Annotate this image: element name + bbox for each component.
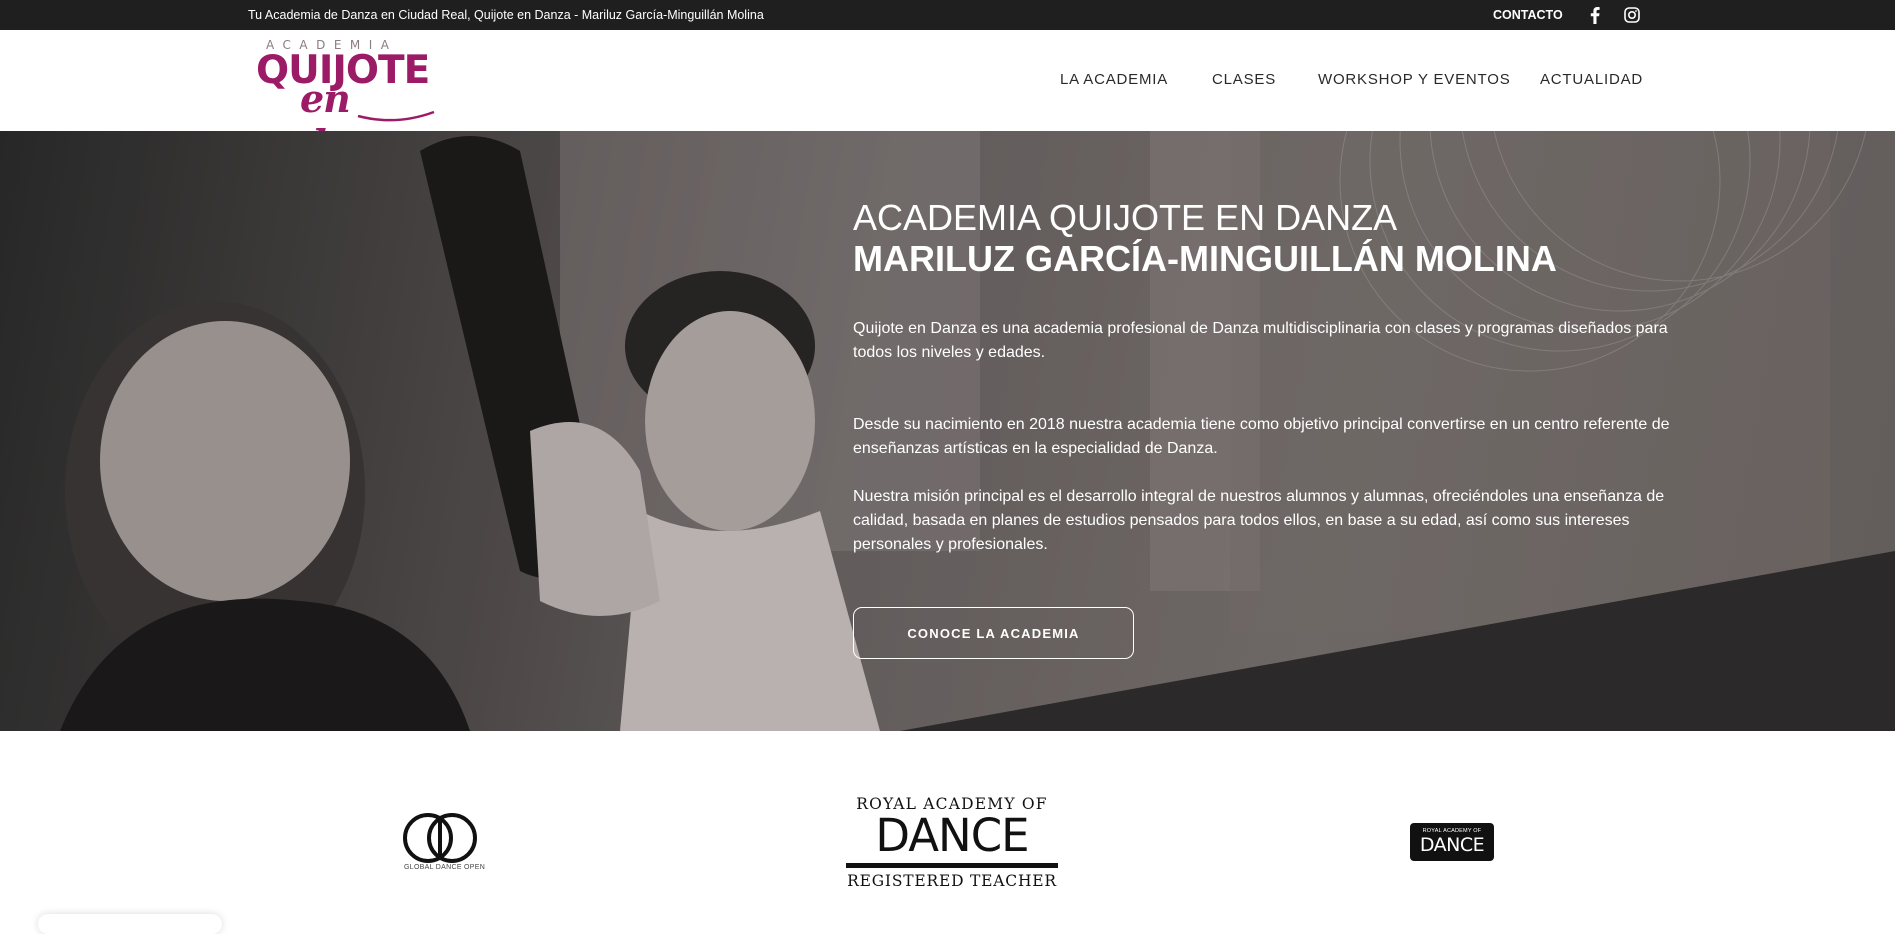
facebook-icon[interactable] bbox=[1585, 5, 1605, 25]
site-tagline: Tu Academia de Danza en Ciudad Real, Qui… bbox=[248, 8, 764, 22]
hero-subtitle: MARILUZ GARCÍA-MINGUILLÁN MOLINA bbox=[853, 238, 1557, 279]
rad-small-logo[interactable]: ROYAL ACADEMY OF DANCE bbox=[1410, 823, 1494, 861]
nav-workshop-y-eventos[interactable]: WORKSHOP Y EVENTOS bbox=[1318, 71, 1511, 88]
hero-text-block: ACADEMIA QUIJOTE EN DANZA MARILUZ GARCÍA… bbox=[853, 197, 1703, 557]
nav-clases[interactable]: CLASES bbox=[1212, 71, 1276, 88]
gdo-caption: GLOBAL DANCE OPEN bbox=[404, 864, 486, 871]
cookie-widget[interactable] bbox=[38, 914, 222, 934]
nav-la-academia[interactable]: LA ACADEMIA bbox=[1060, 71, 1168, 88]
top-bar: Tu Academia de Danza en Ciudad Real, Qui… bbox=[0, 0, 1895, 30]
hero-paragraph-1: Quijote en Danza es una academia profesi… bbox=[853, 320, 1668, 361]
rad-small-line-2: DANCE bbox=[1419, 834, 1485, 856]
instagram-icon[interactable] bbox=[1622, 5, 1642, 25]
hero-title: ACADEMIA QUIJOTE EN DANZA bbox=[853, 197, 1398, 238]
site-logo[interactable]: ACADEMIA QUIJOTE en danza bbox=[256, 36, 451, 166]
rad-line-3: REGISTERED TEACHER bbox=[847, 872, 1057, 890]
hero-paragraph-3: Nuestra misión principal es el desarroll… bbox=[853, 488, 1665, 553]
global-dance-open-logo[interactable]: GLOBAL DANCE OPEN bbox=[398, 808, 498, 878]
contact-link[interactable]: CONTACTO bbox=[1493, 0, 1563, 30]
nav-actualidad[interactable]: ACTUALIDAD bbox=[1540, 71, 1643, 88]
partner-logos: GLOBAL DANCE OPEN ROYAL ACADEMY OF DANCE… bbox=[0, 731, 1895, 926]
rad-registered-teacher-logo[interactable]: ROYAL ACADEMY OF DANCE REGISTERED TEACHE… bbox=[846, 793, 1058, 903]
rad-divider bbox=[846, 863, 1058, 868]
hero-section: ACADEMIA QUIJOTE EN DANZA MARILUZ GARCÍA… bbox=[0, 131, 1895, 731]
rad-line-2: DANCE bbox=[875, 809, 1029, 862]
logo-swash bbox=[357, 110, 435, 122]
hero-paragraph-2: Desde su nacimiento en 2018 nuestra acad… bbox=[853, 416, 1670, 457]
conoce-la-academia-button[interactable]: CONOCE LA ACADEMIA bbox=[853, 607, 1134, 659]
